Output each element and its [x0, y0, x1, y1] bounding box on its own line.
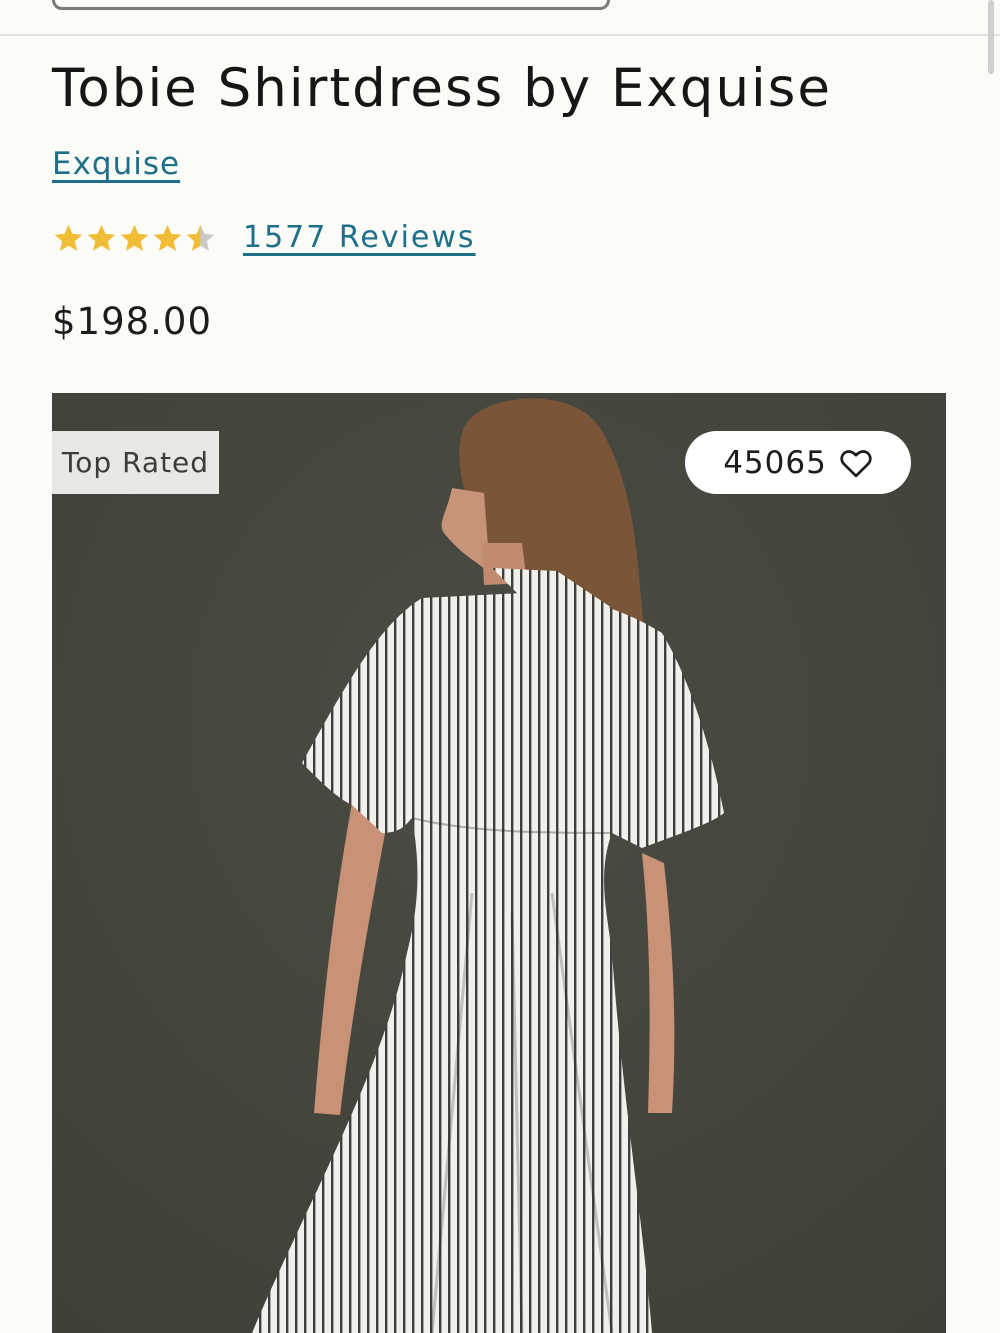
reviews-link[interactable]: 1577 Reviews — [243, 220, 476, 255]
star-icon-2 — [87, 224, 116, 251]
brand-link[interactable]: Exquise — [52, 146, 180, 182]
star-icon-4 — [153, 224, 182, 251]
star-icon-3 — [120, 224, 149, 251]
product-image[interactable] — [52, 393, 946, 1333]
product-title: Tobie Shirtdress by Exquise — [52, 58, 832, 119]
header-divider — [0, 34, 1000, 36]
favorite-button[interactable]: 45065 — [685, 431, 911, 494]
star-icon-half — [186, 224, 215, 251]
product-price: $198.00 — [52, 300, 213, 343]
rating-stars — [52, 222, 217, 255]
star-icon-1 — [54, 224, 83, 251]
scrollbar[interactable] — [988, 0, 994, 74]
favorites-count: 45065 — [723, 444, 827, 481]
top-rated-badge: Top Rated — [52, 431, 219, 494]
heart-outline-icon — [840, 449, 872, 477]
model-photo-illustration — [52, 393, 946, 1333]
search-field[interactable] — [52, 0, 610, 10]
